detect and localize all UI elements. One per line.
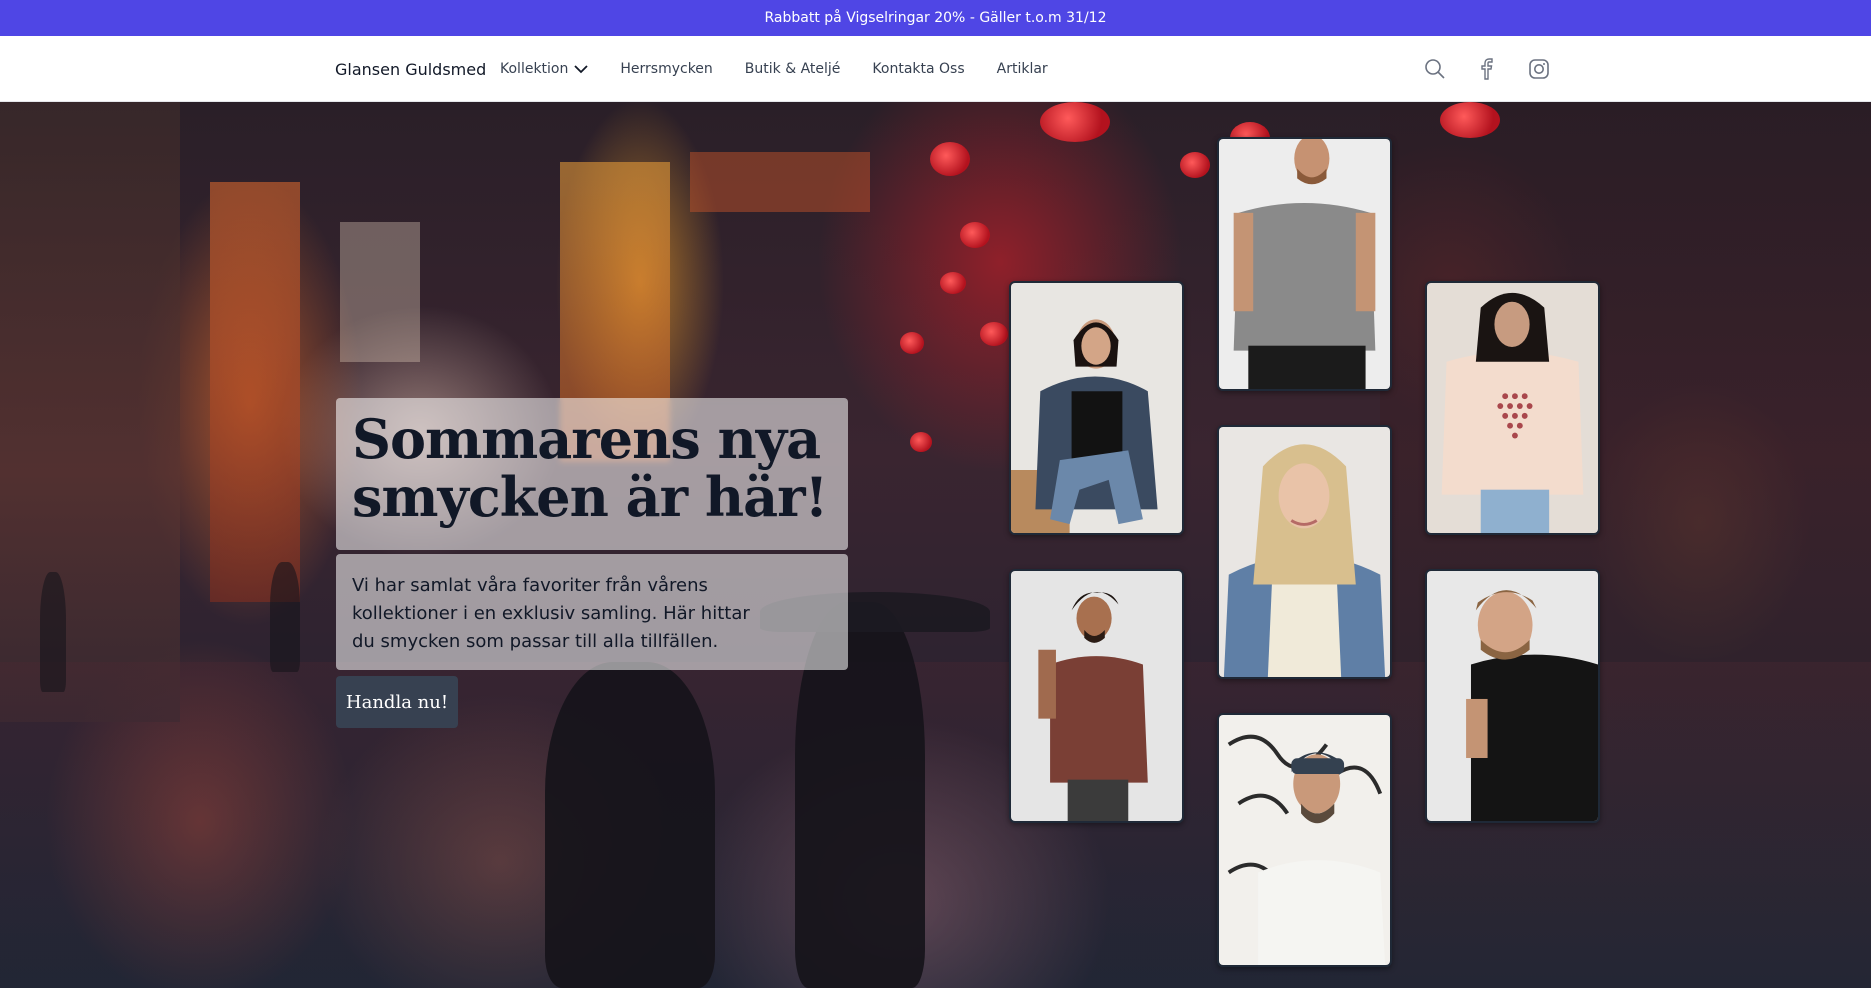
instagram-icon[interactable]: [1527, 57, 1551, 81]
headline-panel: Sommarens nya smycken är här!: [336, 398, 848, 550]
hero-headline-line2: smycken är här!: [352, 465, 828, 529]
gallery-image-man-beanie[interactable]: [1217, 713, 1392, 967]
gallery-image-man-black-tee[interactable]: [1425, 569, 1600, 823]
header-icons: [1423, 36, 1579, 102]
hero-headline-line1: Sommarens nya: [352, 407, 821, 471]
announcement-bar: Rabbatt på Vigselringar 20% - Gäller t.o…: [0, 0, 1871, 36]
nav-item-label: Kollektion: [500, 61, 569, 77]
hero-headline: Sommarens nya smycken är här!: [352, 410, 832, 526]
facebook-icon[interactable]: [1475, 57, 1499, 81]
nav-item-artiklar[interactable]: Artiklar: [997, 61, 1048, 77]
nav-item-herrsmycken[interactable]: Herrsmycken: [620, 61, 712, 77]
nav-item-kontakta-oss[interactable]: Kontakta Oss: [872, 61, 964, 77]
subtext-panel: Vi har samlat våra favoriter från vårens…: [336, 554, 848, 670]
brand-logo[interactable]: Glansen Guldsmed: [335, 36, 486, 102]
main-nav: Kollektion Herrsmycken Butik & Ateljé Ko…: [500, 36, 1080, 102]
shop-now-button[interactable]: Handla nu!: [336, 676, 458, 728]
site-header: Glansen Guldsmed Kollektion Herrsmycken …: [0, 36, 1871, 102]
chevron-down-icon: [574, 64, 589, 74]
gallery-image-man-brown-tee[interactable]: [1009, 569, 1184, 823]
gallery-image-woman-denim-jacket[interactable]: [1009, 281, 1184, 535]
search-icon[interactable]: [1423, 57, 1447, 81]
nav-item-butik-atelje[interactable]: Butik & Ateljé: [745, 61, 841, 77]
gallery-image-man-grey-tee[interactable]: [1217, 137, 1392, 391]
announcement-text: Rabbatt på Vigselringar 20% - Gäller t.o…: [764, 10, 1107, 26]
hero-subtext: Vi har samlat våra favoriter från vårens…: [352, 575, 750, 652]
hero-section: Sommarens nya smycken är här! Vi har sam…: [0, 102, 1871, 988]
gallery-image-woman-peach-tee[interactable]: [1425, 281, 1600, 535]
gallery-image-woman-blonde-denim[interactable]: [1217, 425, 1392, 679]
nav-item-kollektion[interactable]: Kollektion: [500, 61, 589, 77]
